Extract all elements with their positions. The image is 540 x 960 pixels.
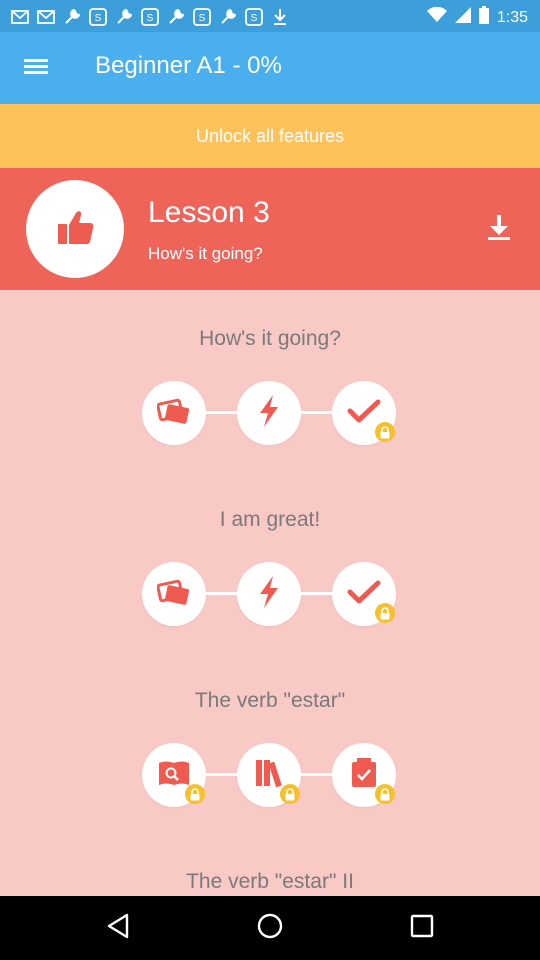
- section-steps: [0, 562, 540, 626]
- status-time: 1:35: [496, 8, 528, 26]
- step-connector: [206, 411, 238, 414]
- status-bar: S S S S 1:35: [0, 0, 540, 32]
- checkmark-icon: [347, 579, 381, 610]
- lock-icon: [375, 422, 395, 442]
- section-steps: [0, 381, 540, 445]
- svg-text:S: S: [199, 13, 206, 24]
- section-steps: [0, 743, 540, 807]
- svg-text:S: S: [251, 13, 258, 24]
- wrench-icon: [166, 7, 186, 27]
- wrench-icon: [218, 7, 238, 27]
- ssn-icon: S: [244, 7, 264, 27]
- section-title: I am great!: [219, 508, 321, 531]
- hamburger-menu-icon[interactable]: [20, 56, 52, 80]
- lesson-title: Lesson 3: [148, 196, 270, 229]
- home-icon: [256, 912, 284, 945]
- lesson-header[interactable]: Lesson 3 How's it going?: [0, 168, 540, 290]
- mail-icon: [10, 7, 30, 27]
- checklist-icon: [349, 757, 379, 794]
- step-connector: [301, 592, 333, 595]
- lock-icon: [375, 784, 395, 804]
- back-button[interactable]: [98, 908, 138, 948]
- battery-icon: [478, 6, 489, 29]
- books-icon: [253, 757, 285, 794]
- ssn-icon: S: [192, 7, 212, 27]
- practice-step[interactable]: [237, 562, 301, 626]
- unlock-label: Unlock all features: [195, 125, 345, 146]
- system-nav-bar: [0, 896, 540, 960]
- back-icon: [106, 913, 130, 944]
- mail-icon: [36, 7, 56, 27]
- cards-icon: [156, 396, 191, 431]
- home-button[interactable]: [250, 908, 290, 948]
- cards-icon: [156, 577, 191, 612]
- ssn-icon: S: [88, 7, 108, 27]
- ssn-icon: S: [140, 7, 160, 27]
- book-search-icon: [157, 759, 191, 792]
- recents-icon: [410, 914, 434, 943]
- notification-icons: S S S S: [10, 7, 290, 27]
- wifi-icon: [426, 6, 447, 28]
- download-button[interactable]: [482, 212, 516, 246]
- download-icon: [270, 7, 290, 27]
- unlock-all-features-button[interactable]: Unlock all features: [0, 104, 540, 168]
- lock-icon: [185, 784, 205, 804]
- step-connector: [301, 773, 333, 776]
- lesson-subtitle: How's it going?: [148, 244, 263, 263]
- lock-icon: [375, 603, 395, 623]
- recents-button[interactable]: [402, 908, 442, 948]
- flashcards-step[interactable]: [142, 562, 206, 626]
- svg-text:S: S: [147, 13, 154, 24]
- status-right: 1:35: [426, 6, 528, 29]
- section-title: How's it going?: [199, 327, 341, 350]
- page-title: Beginner A1 - 0%: [95, 52, 282, 79]
- lightning-icon: [257, 575, 281, 614]
- download-icon: [484, 212, 514, 247]
- lightning-icon: [257, 394, 281, 433]
- step-connector: [301, 411, 333, 414]
- checkmark-icon: [347, 398, 381, 429]
- lock-icon: [280, 784, 300, 804]
- thumbs-up-icon: [55, 207, 95, 252]
- section-title: The verb "estar": [194, 689, 346, 712]
- signal-icon: [454, 7, 471, 28]
- svg-text:S: S: [95, 13, 102, 24]
- lesson-icon-circle: [26, 180, 124, 278]
- step-connector: [206, 773, 238, 776]
- step-connector: [206, 592, 238, 595]
- app-bar: Beginner A1 - 0%: [0, 32, 540, 104]
- practice-step[interactable]: [237, 381, 301, 445]
- wrench-icon: [114, 7, 134, 27]
- flashcards-step[interactable]: [142, 381, 206, 445]
- section-title: The verb "estar" II: [186, 870, 354, 893]
- wrench-icon: [62, 7, 82, 27]
